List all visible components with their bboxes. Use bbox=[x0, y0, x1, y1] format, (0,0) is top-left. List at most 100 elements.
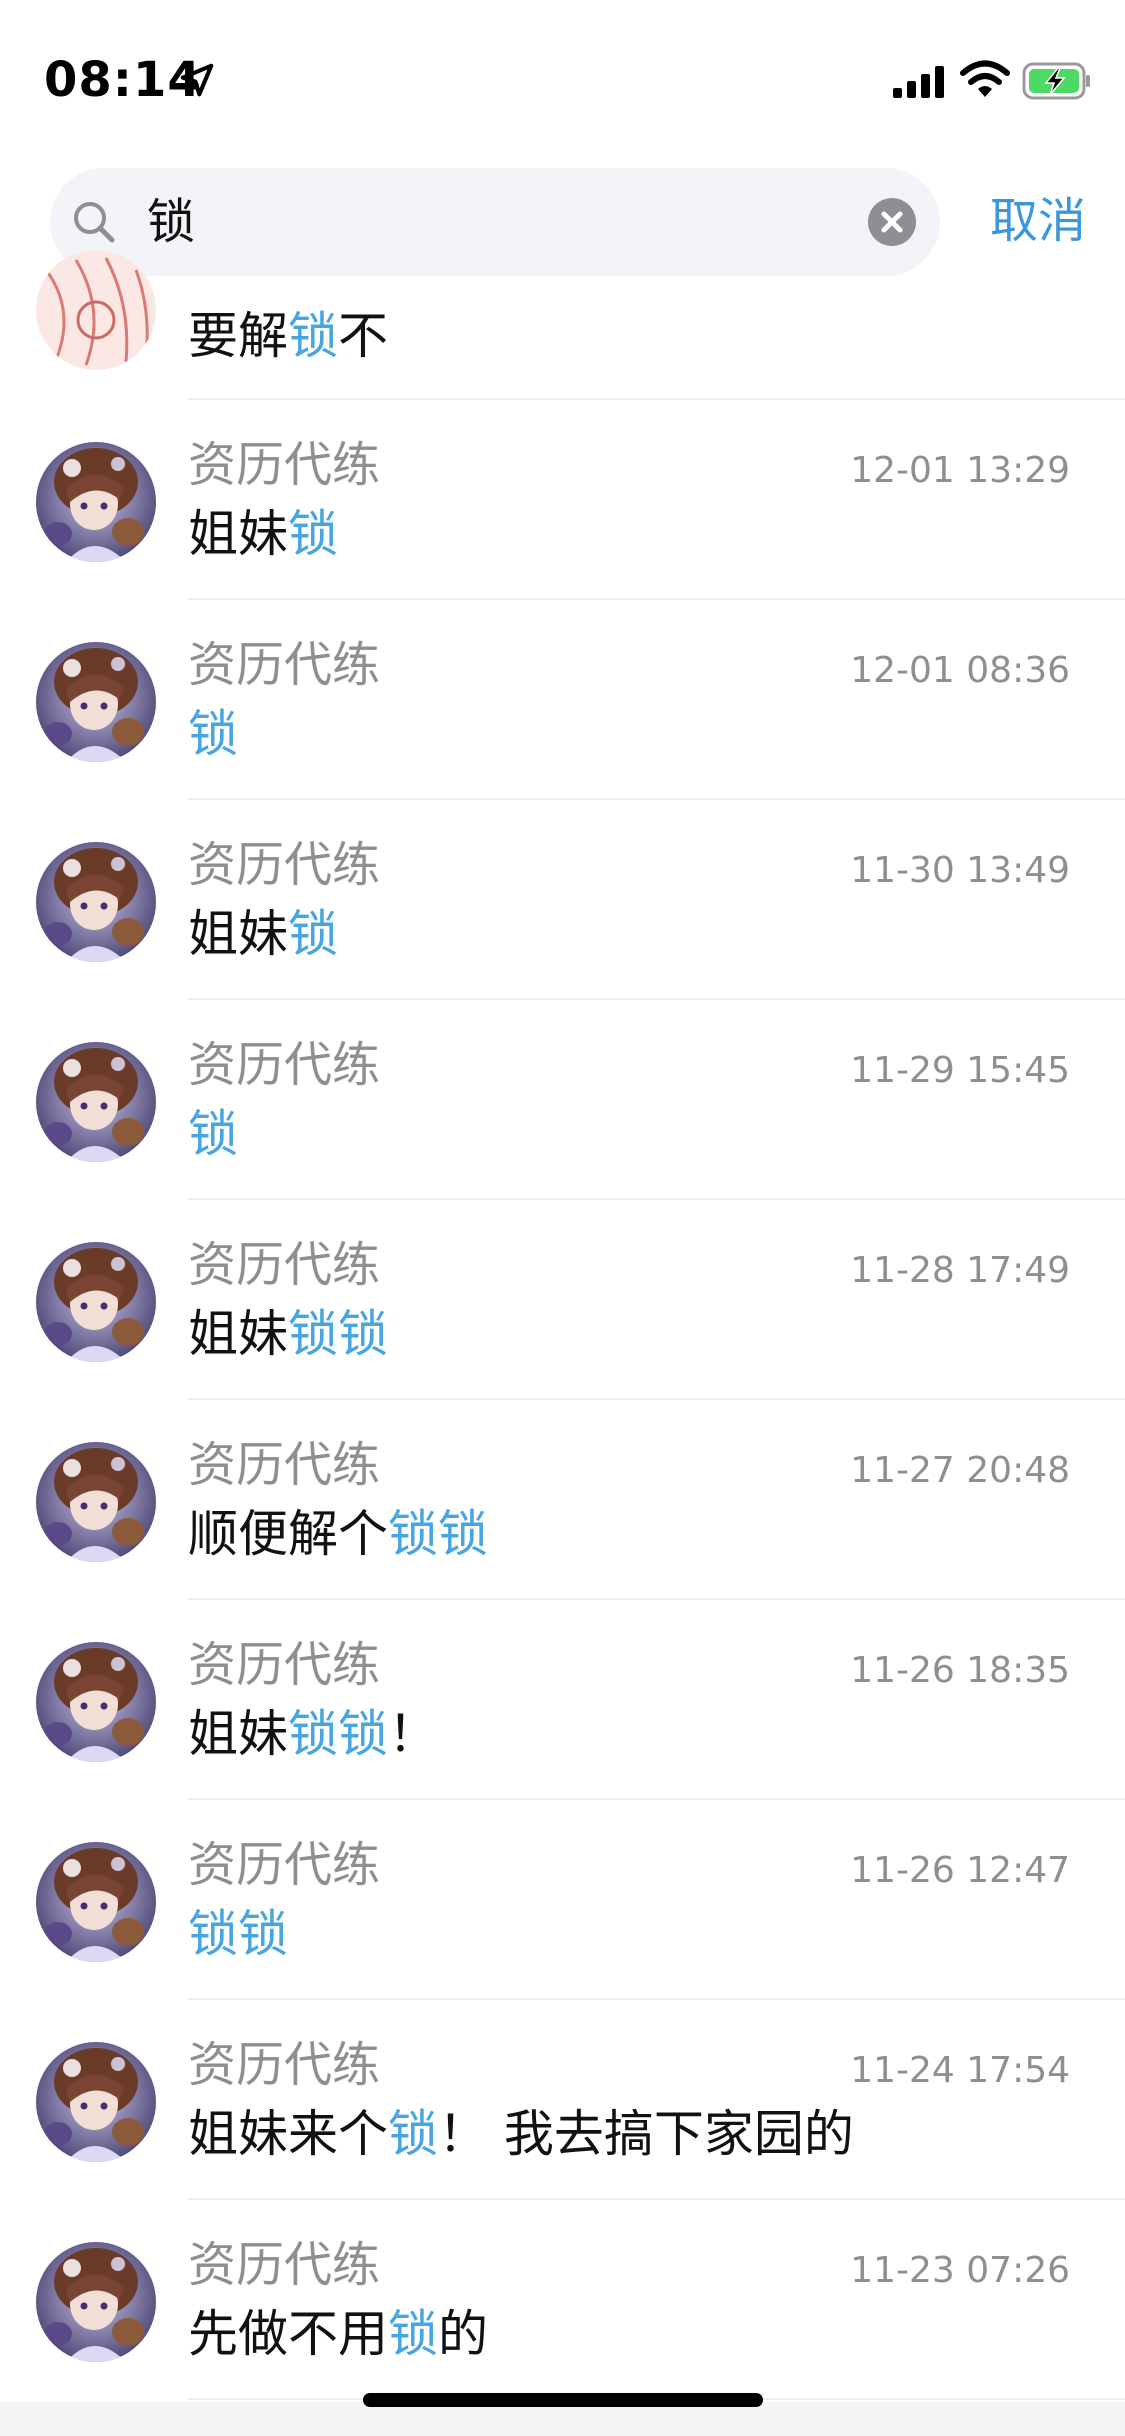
message-snippet: 姐妹锁锁！ bbox=[188, 1702, 438, 1766]
sender-name: 资历代练 bbox=[188, 2237, 381, 2293]
avatar[interactable] bbox=[36, 1642, 156, 1762]
message-snippet: 姐妹来个锁！ 我去搞下家园的 bbox=[188, 2102, 854, 2166]
message-timestamp: 11-24 17:54 bbox=[850, 2050, 1070, 2091]
search-result-row[interactable]: 资历代练 11-26 12:47 锁锁 bbox=[0, 1800, 1125, 2000]
message-text: 姐妹 bbox=[188, 1305, 288, 1363]
avatar-image bbox=[36, 1442, 156, 1562]
search-result-row[interactable]: 资历代练 11-27 20:48 顺便解个锁锁 bbox=[0, 1400, 1125, 1600]
avatar-image bbox=[36, 1842, 156, 1962]
home-indicator[interactable] bbox=[363, 2393, 763, 2407]
search-query[interactable]: 锁 bbox=[147, 192, 195, 252]
search-result-row[interactable]: 资历代练 12-01 08:36 锁 bbox=[0, 600, 1125, 800]
cancel-button[interactable]: 取消 bbox=[990, 188, 1086, 254]
message-timestamp: 11-30 13:49 bbox=[850, 850, 1070, 891]
message-text: 姐妹 bbox=[188, 905, 288, 963]
sender-name: 资历代练 bbox=[188, 1037, 381, 1093]
avatar-image bbox=[36, 442, 156, 562]
message-text: ！ bbox=[388, 1705, 438, 1763]
location-arrow-icon bbox=[180, 63, 214, 97]
avatar-image bbox=[36, 642, 156, 762]
keyword-highlight: 锁 bbox=[288, 307, 338, 365]
search-result-row[interactable]: 资历代练 11-26 18:35 姐妹锁锁！ bbox=[0, 1600, 1125, 1800]
keyword-highlight: 锁 bbox=[288, 905, 338, 963]
message-timestamp: 12-01 13:29 bbox=[850, 450, 1070, 491]
message-timestamp: 12-01 08:36 bbox=[850, 650, 1070, 691]
message-text: 的 bbox=[438, 2305, 488, 2363]
keyword-highlight: 锁 bbox=[388, 2305, 438, 2363]
avatar-image bbox=[36, 1042, 156, 1162]
message-text: 姐妹来个 bbox=[188, 2105, 388, 2163]
avatar[interactable] bbox=[36, 1442, 156, 1562]
avatar-image bbox=[36, 1642, 156, 1762]
message-text: ！ 我去搞下家园的 bbox=[438, 2105, 854, 2163]
message-snippet: 先做不用锁的 bbox=[188, 2302, 488, 2366]
message-text: 先做不用 bbox=[188, 2305, 388, 2363]
message-snippet: 锁 bbox=[188, 1102, 238, 1166]
sender-name: 资历代练 bbox=[188, 437, 381, 493]
search-results-screen: 08:14 锁 取消 要解锁不 资历代练 12-01 13:29 姐妹锁 资历代… bbox=[0, 0, 1125, 2436]
keyword-highlight: 锁锁 bbox=[288, 1305, 388, 1363]
avatar[interactable] bbox=[36, 2042, 156, 2162]
keyword-highlight: 锁锁 bbox=[388, 1505, 488, 1563]
keyword-highlight: 锁锁 bbox=[288, 1705, 388, 1763]
message-timestamp: 11-28 17:49 bbox=[850, 1250, 1070, 1291]
message-timestamp: 11-23 07:26 bbox=[850, 2250, 1070, 2291]
avatar-image bbox=[36, 2242, 156, 2362]
message-text: 姐妹 bbox=[188, 505, 288, 563]
message-snippet: 姐妹锁 bbox=[188, 502, 338, 566]
sender-name: 资历代练 bbox=[188, 637, 381, 693]
search-result-row[interactable]: 资历代练 11-28 17:49 姐妹锁锁 bbox=[0, 1200, 1125, 1400]
avatar-image bbox=[36, 1242, 156, 1362]
message-snippet: 锁 bbox=[188, 702, 238, 766]
avatar[interactable] bbox=[36, 1042, 156, 1162]
sender-name: 资历代练 bbox=[188, 1237, 381, 1293]
keyword-highlight: 锁 bbox=[188, 705, 238, 763]
clear-search-icon[interactable] bbox=[868, 198, 916, 246]
message-snippet: 锁锁 bbox=[188, 1902, 288, 1966]
search-result-row[interactable]: 资历代练 12-01 13:29 姐妹锁 bbox=[0, 400, 1125, 600]
sender-name: 资历代练 bbox=[188, 1837, 381, 1893]
keyword-highlight: 锁 bbox=[288, 505, 338, 563]
search-input[interactable]: 锁 bbox=[50, 168, 940, 276]
message-text: 顺便解个 bbox=[188, 1505, 388, 1563]
sender-name: 资历代练 bbox=[188, 1637, 381, 1693]
search-result-row[interactable]: 资历代练 11-29 15:45 锁 bbox=[0, 1000, 1125, 1200]
search-result-row[interactable]: 资历代练 11-24 17:54 姐妹来个锁！ 我去搞下家园的 bbox=[0, 2000, 1125, 2200]
message-snippet: 要解锁不 bbox=[188, 304, 388, 368]
sender-name: 资历代练 bbox=[188, 1437, 381, 1493]
avatar-image bbox=[36, 842, 156, 962]
message-snippet: 顺便解个锁锁 bbox=[188, 1502, 488, 1566]
message-text: 不 bbox=[338, 307, 388, 365]
status-bar: 08:14 bbox=[0, 0, 1125, 150]
keyword-highlight: 锁 bbox=[388, 2105, 438, 2163]
avatar[interactable] bbox=[36, 250, 156, 370]
battery-charging-icon bbox=[1022, 62, 1090, 100]
search-icon bbox=[74, 202, 115, 243]
avatar[interactable] bbox=[36, 2242, 156, 2362]
message-timestamp: 11-27 20:48 bbox=[850, 1450, 1070, 1491]
avatar[interactable] bbox=[36, 1842, 156, 1962]
search-result-row[interactable]: 资历代练 11-23 07:26 先做不用锁的 bbox=[0, 2200, 1125, 2400]
avatar[interactable] bbox=[36, 842, 156, 962]
search-result-row[interactable]: 要解锁不 bbox=[0, 250, 1125, 400]
avatar[interactable] bbox=[36, 1242, 156, 1362]
sender-name: 资历代练 bbox=[188, 2037, 381, 2093]
message-text: 姐妹 bbox=[188, 1705, 288, 1763]
message-snippet: 姐妹锁 bbox=[188, 902, 338, 966]
signal-icon bbox=[893, 66, 944, 98]
avatar-image bbox=[36, 2042, 156, 2162]
keyword-highlight: 锁锁 bbox=[188, 1905, 288, 1963]
avatar[interactable] bbox=[36, 642, 156, 762]
keyword-highlight: 锁 bbox=[188, 1105, 238, 1163]
avatar[interactable] bbox=[36, 442, 156, 562]
wifi-icon bbox=[960, 60, 1010, 97]
avatar-image bbox=[36, 250, 156, 370]
search-result-row[interactable]: 资历代练 11-30 13:49 姐妹锁 bbox=[0, 800, 1125, 1000]
bottom-strip bbox=[0, 2402, 1125, 2436]
message-text: 要解 bbox=[188, 307, 288, 365]
message-timestamp: 11-29 15:45 bbox=[850, 1050, 1070, 1091]
message-timestamp: 11-26 12:47 bbox=[850, 1850, 1070, 1891]
message-timestamp: 11-26 18:35 bbox=[850, 1650, 1070, 1691]
message-snippet: 姐妹锁锁 bbox=[188, 1302, 388, 1366]
sender-name: 资历代练 bbox=[188, 837, 381, 893]
